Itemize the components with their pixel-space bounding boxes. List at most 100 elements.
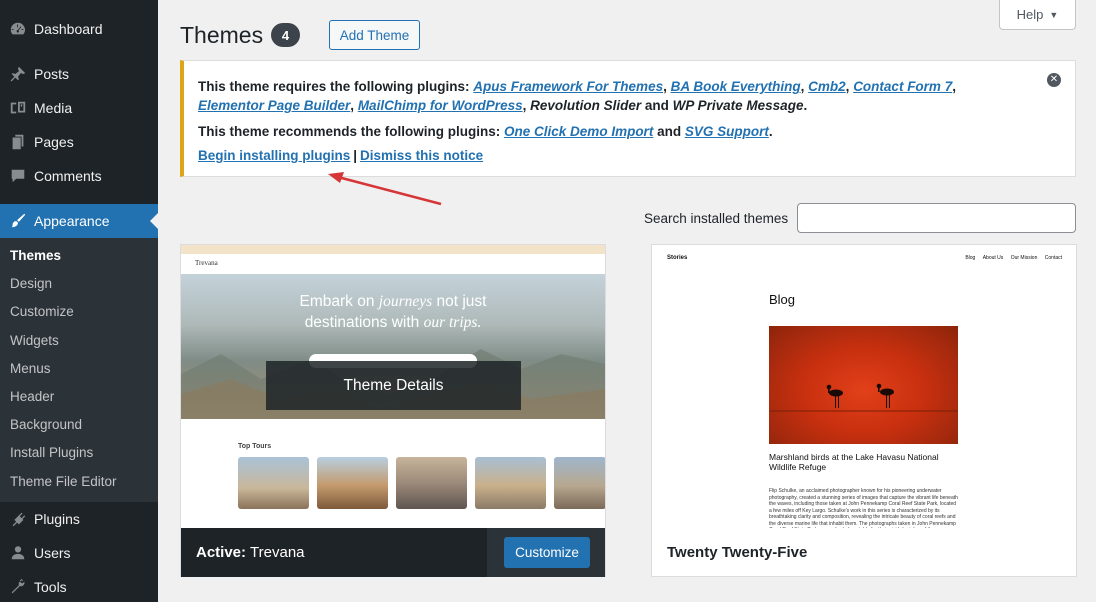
- submenu-design[interactable]: Design: [0, 270, 158, 298]
- submenu-menus[interactable]: Menus: [0, 355, 158, 383]
- plugin-icon: [8, 509, 28, 529]
- menu-tools-label: Tools: [34, 578, 67, 595]
- hero-l1a: Embark on: [299, 293, 379, 310]
- submenu-themes[interactable]: Themes: [0, 242, 158, 270]
- tour-thumb: [317, 457, 388, 509]
- theme-screenshot-trevana[interactable]: Trevana Embark on journeys not just dest…: [181, 245, 605, 528]
- plugin-revslider: Revolution Slider: [530, 98, 642, 113]
- menu-pages-label: Pages: [34, 134, 74, 150]
- comment-icon: [8, 166, 28, 186]
- help-tab-button[interactable]: Help ▼: [999, 0, 1076, 30]
- notice-actions: Begin installing plugins | Dismiss this no…: [198, 148, 1025, 163]
- appearance-submenu: Themes Design Customize Widgets Menus He…: [0, 238, 158, 502]
- preview-nav-item: About Us: [982, 255, 1004, 261]
- theme-card-twenty-twenty-five[interactable]: Stories Blog About Us Our Mission Contac…: [651, 244, 1077, 577]
- preview-nav-item: Our Mission: [1010, 255, 1038, 261]
- active-label: Active:: [196, 544, 247, 561]
- menu-plugins-label: Plugins: [34, 510, 80, 527]
- tools-icon: [8, 577, 28, 597]
- actions-separator: |: [353, 148, 358, 163]
- and-text-2: and: [653, 124, 685, 139]
- users-icon: [8, 543, 28, 563]
- preview-navbar: Trevana: [181, 254, 605, 274]
- menu-dashboard-label: Dashboard: [34, 21, 103, 37]
- pin-icon: [8, 64, 28, 84]
- menu-tools[interactable]: Tools: [0, 570, 158, 602]
- preview-logo: Trevana: [195, 259, 218, 267]
- preview-caption: Marshland birds at the Lake Havasu Natio…: [769, 452, 939, 472]
- tour-thumb: [396, 457, 467, 509]
- plugin-wp-private-message: WP Private Message: [672, 98, 804, 113]
- plugin-link-svg-support[interactable]: SVG Support: [685, 124, 769, 139]
- plugin-link-cmb2[interactable]: Cmb2: [808, 79, 846, 94]
- annotation-arrow: [328, 172, 442, 206]
- menu-appearance[interactable]: Appearance: [0, 204, 158, 238]
- menu-users-label: Users: [34, 544, 71, 561]
- theme-card-trevana[interactable]: Trevana Embark on journeys not just dest…: [180, 244, 606, 577]
- preview-topbar: [181, 245, 605, 254]
- submenu-header[interactable]: Header: [0, 383, 158, 411]
- hero-l1c: not just: [432, 293, 487, 310]
- caret-down-icon: ▼: [1049, 9, 1059, 20]
- submenu-customize[interactable]: Customize: [0, 298, 158, 326]
- menu-users[interactable]: Users: [0, 536, 158, 570]
- submenu-background[interactable]: Background: [0, 411, 158, 439]
- menu-dashboard[interactable]: Dashboard: [0, 12, 158, 46]
- menu-comments-label: Comments: [34, 168, 102, 184]
- tour-thumb: [475, 457, 546, 509]
- plugin-link-elementor[interactable]: Elementor Page Builder: [198, 98, 350, 113]
- theme-name: Twenty Twenty-Five: [667, 543, 808, 561]
- plugin-requirements-notice: This theme requires the following plugin…: [180, 60, 1076, 177]
- birds-silhouette: [769, 383, 958, 412]
- preview-nav: Blog About Us Our Mission Contact: [959, 255, 1062, 261]
- search-themes-label: Search installed themes: [644, 211, 789, 226]
- pages-icon: [8, 132, 28, 152]
- preview-site-title: Stories: [667, 255, 688, 261]
- active-theme-footer: Active: Trevana Customize: [181, 528, 605, 577]
- menu-appearance-label: Appearance: [34, 213, 110, 229]
- page-title: Themes: [180, 22, 264, 48]
- begin-installing-plugins-link[interactable]: Begin installing plugins: [198, 148, 350, 163]
- submenu-theme-file-editor[interactable]: Theme File Editor: [0, 468, 158, 496]
- submenu-install-plugins[interactable]: Install Plugins: [0, 439, 158, 467]
- preview-paragraph: Flip Schulke, an acclaimed photographer …: [769, 488, 958, 528]
- menu-pages[interactable]: Pages: [0, 125, 158, 159]
- tour-thumb: [554, 457, 605, 509]
- menu-media[interactable]: Media: [0, 91, 158, 125]
- menu-posts[interactable]: Posts: [0, 57, 158, 91]
- hero-l2a: destinations with: [304, 314, 424, 331]
- theme-screenshot-twenty-twenty-five[interactable]: Stories Blog About Us Our Mission Contac…: [652, 245, 1076, 528]
- paintbrush-icon: [8, 211, 28, 231]
- preview-featured-image: [769, 326, 958, 444]
- submenu-widgets[interactable]: Widgets: [0, 327, 158, 355]
- search-themes-input[interactable]: [797, 203, 1076, 233]
- theme-details-button[interactable]: Theme Details: [266, 361, 521, 410]
- plugin-link-mailchimp[interactable]: MailChimp for WordPress: [358, 98, 523, 113]
- menu-posts-label: Posts: [34, 66, 70, 82]
- plugin-link-cf7[interactable]: Contact Form 7: [853, 79, 952, 94]
- plugin-link-apus[interactable]: Apus Framework For Themes: [473, 79, 663, 94]
- dashboard-icon: [8, 19, 28, 39]
- preview-nav-item: Blog: [965, 255, 976, 261]
- plugin-link-ocdi[interactable]: One Click Demo Import: [504, 124, 653, 139]
- preview-tour-thumbnails: [238, 457, 605, 509]
- recommended-plugins-text: This theme recommends the following plug…: [198, 124, 773, 139]
- and-text: and: [641, 98, 673, 113]
- active-theme-name: Trevana: [250, 544, 305, 561]
- menu-plugins[interactable]: Plugins: [0, 502, 158, 536]
- hero-l2b: our trips.: [423, 314, 482, 331]
- media-icon: [8, 98, 28, 118]
- required-plugins-text: This theme requires the following plugin…: [198, 79, 956, 113]
- preview-nav-item: Contact: [1044, 255, 1062, 261]
- preview-hero-heading: Embark on journeys not just destinations…: [181, 291, 605, 333]
- menu-comments[interactable]: Comments: [0, 159, 158, 193]
- close-icon[interactable]: ✕: [1047, 73, 1061, 87]
- tour-thumb: [238, 457, 309, 509]
- customize-button[interactable]: Customize: [504, 537, 590, 568]
- add-theme-button[interactable]: Add Theme: [329, 20, 420, 50]
- dismiss-notice-link[interactable]: Dismiss this notice: [360, 148, 483, 163]
- theme-count-badge: 4: [271, 23, 300, 47]
- admin-sidebar: Dashboard Posts Media Pages Comments App…: [0, 0, 158, 602]
- preview-heading: Blog: [769, 292, 796, 307]
- plugin-link-ba-book[interactable]: BA Book Everything: [671, 79, 801, 94]
